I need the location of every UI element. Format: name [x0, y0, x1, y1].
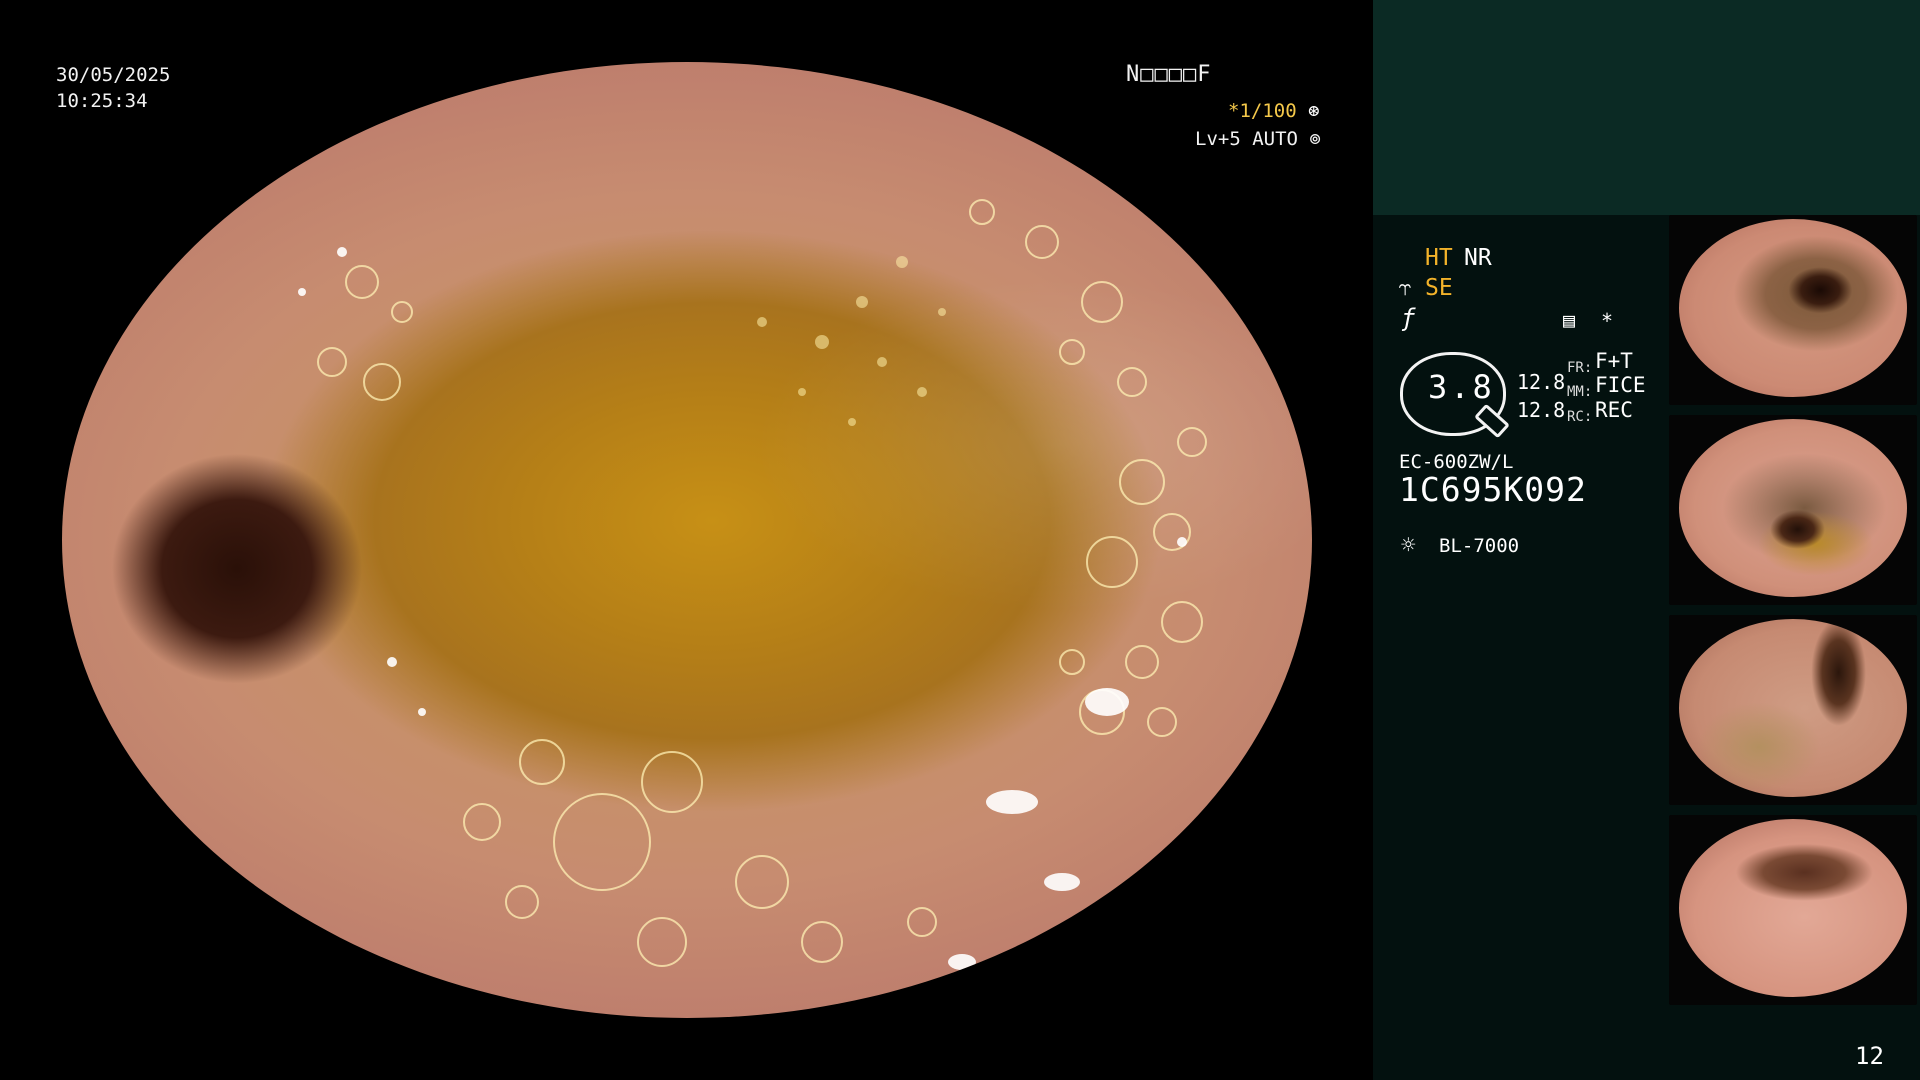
thumbnail-1[interactable] [1669, 215, 1917, 405]
f-mode-icon: ƒ [1401, 304, 1416, 332]
thumbnail-4[interactable] [1669, 815, 1917, 1005]
mm-value: 12.8 [1517, 398, 1566, 422]
fr-value: 12.8 [1517, 370, 1566, 394]
rc-option: REC [1595, 398, 1633, 422]
brightness-level-value: Lv+5 AUTO [1195, 128, 1298, 150]
light-source-icon: ☼ [1401, 531, 1416, 559]
zoom-value: 3.8 [1428, 368, 1495, 406]
mm-label: MM: [1567, 384, 1593, 400]
star-indicator: * [1601, 309, 1614, 333]
ht-indicator: HT [1425, 245, 1453, 271]
endoscope-live-view [62, 62, 1312, 1018]
shutter-speed-value: *1/100 [1228, 100, 1297, 122]
light-source-model: BL-7000 [1439, 535, 1520, 557]
rc-label: RC: [1567, 409, 1593, 425]
iris-icon: ⊚ [1309, 128, 1321, 150]
mm-option: FICE [1595, 373, 1646, 397]
structure-enhance-icon: ⥾ [1399, 276, 1412, 301]
bubble-overlay [298, 199, 1207, 970]
exam-time: 10:25:34 [56, 90, 148, 112]
memo-icon: ▤ [1563, 308, 1576, 332]
thumbnail-image [1679, 219, 1907, 397]
panel-header-block [1373, 0, 1920, 215]
nr-indicator: NR [1464, 245, 1492, 271]
page-number: 12 [1855, 1042, 1884, 1070]
brightness-level: Lv+5 AUTO ⊚ [1195, 128, 1321, 150]
status-code: N□□□□F [1126, 62, 1212, 87]
exam-date: 30/05/2025 [56, 64, 171, 86]
aperture-icon: ⊛ [1308, 100, 1320, 122]
fr-label: FR: [1567, 360, 1593, 376]
fr-option: F+T [1595, 349, 1633, 373]
se-indicator: SE [1425, 275, 1453, 301]
thumbnail-image [1679, 819, 1907, 997]
shutter-speed: *1/100 ⊛ [1228, 100, 1320, 122]
thumbnail-image [1679, 619, 1907, 797]
thumbnail-image [1679, 419, 1907, 597]
scope-serial: 1C695K092 [1399, 470, 1587, 509]
thumbnail-3[interactable] [1669, 615, 1917, 805]
thumbnail-2[interactable] [1669, 415, 1917, 605]
